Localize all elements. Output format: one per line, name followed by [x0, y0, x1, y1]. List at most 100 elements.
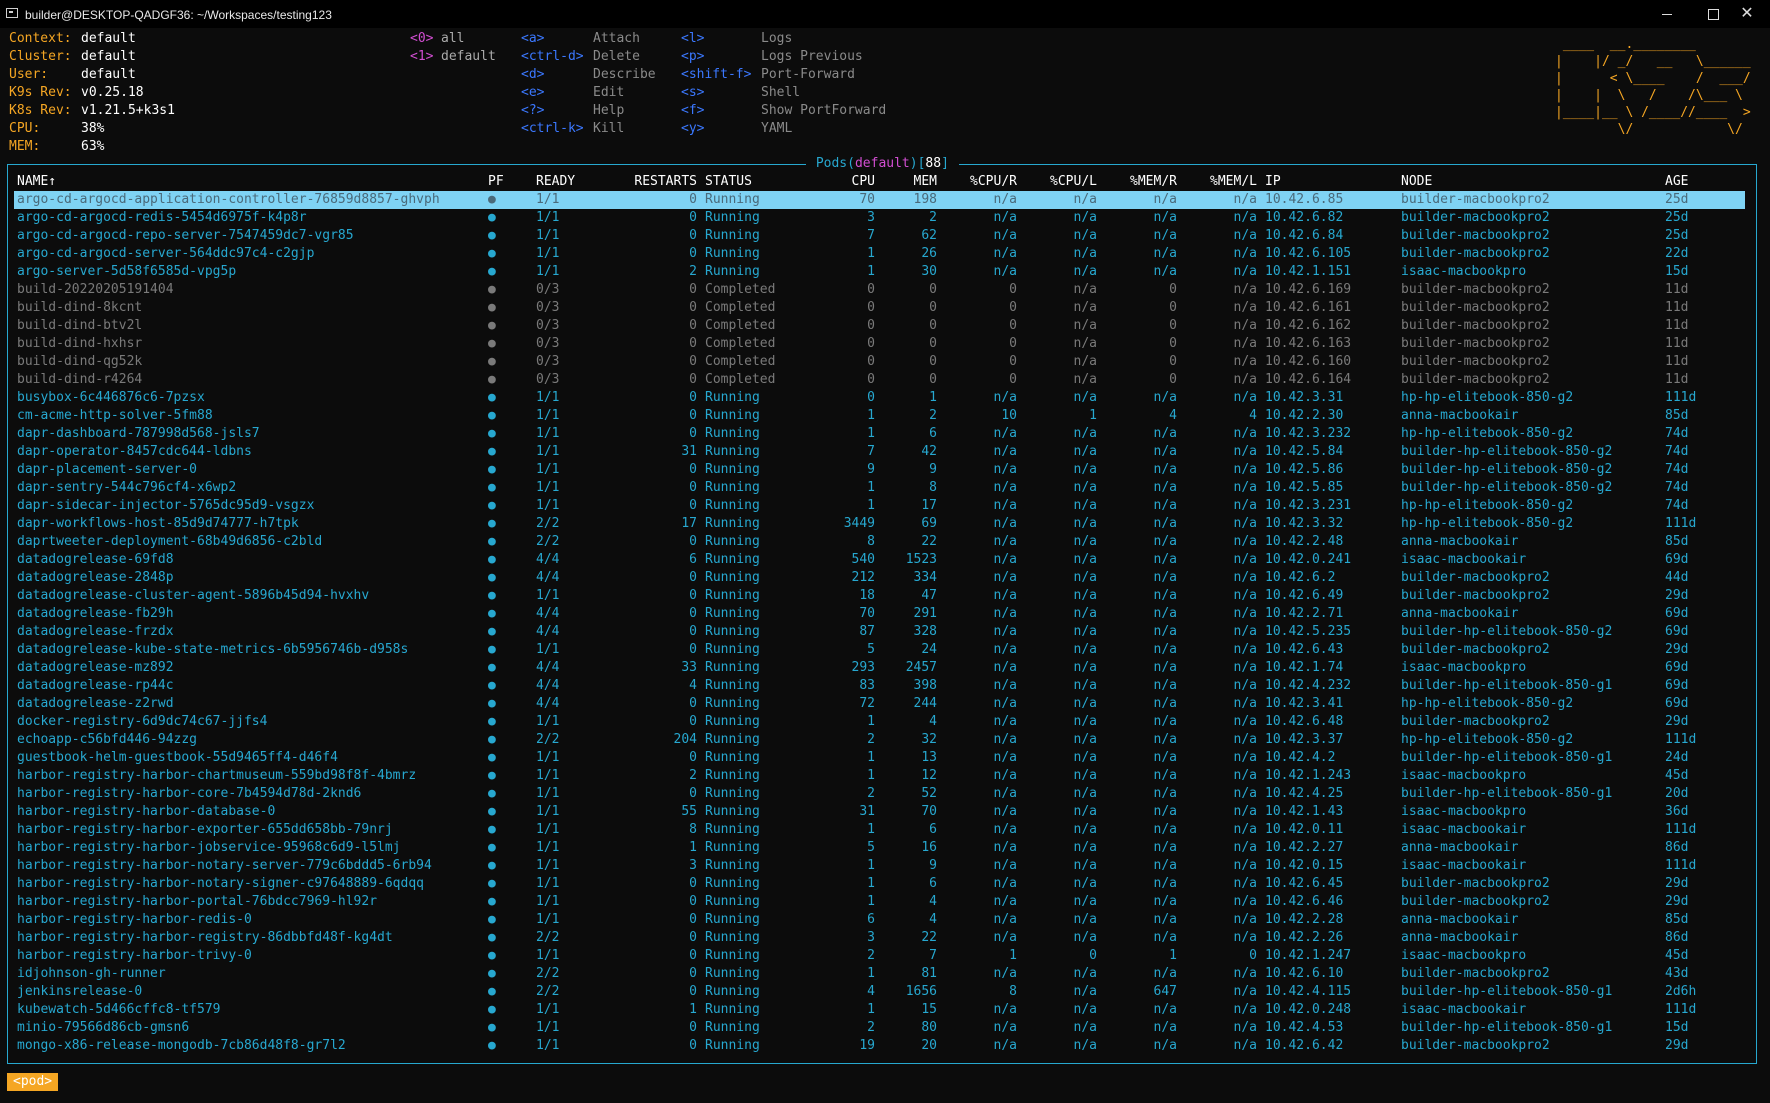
table-row[interactable]: daprtweeter-deployment-68b49d6856-c2bld ●…: [14, 533, 1745, 551]
table-row[interactable]: datadogrelease-mz892 ● 4/4 33 Running 293 2457…: [14, 659, 1745, 677]
table-row[interactable]: datadogrelease-fb29h ● 4/4 0 Running 70 291 n/a…: [14, 605, 1745, 623]
namespace-key-all[interactable]: <0>: [410, 30, 433, 48]
table-row[interactable]: datadogrelease-cluster-agent-5896b45d94-…: [14, 587, 1745, 605]
table-row[interactable]: datadogrelease-frzdx ● 4/4 0 Running 87 328 n/a…: [14, 623, 1745, 641]
hotkey-kill-key[interactable]: <ctrl-k>: [521, 120, 584, 138]
table-row[interactable]: datadogrelease-2848p ● 4/4 0 Running 212 334 n/…: [14, 569, 1745, 587]
hotkey-delete-desc[interactable]: Delete: [593, 48, 640, 66]
hotkey-edit-desc[interactable]: Edit: [593, 84, 624, 102]
hotkey-help-desc[interactable]: Help: [593, 102, 624, 120]
table-row[interactable]: dapr-sidecar-injector-5765dc95d9-vsgzx ● 1…: [14, 497, 1745, 515]
col-header-node[interactable]: NODE: [1401, 173, 1432, 191]
hotkey-port-forward-desc[interactable]: Port-Forward: [761, 66, 855, 84]
table-row[interactable]: jenkinsrelease-0 ● 2/2 0 Running 4 1656 8 n/a 647…: [14, 983, 1745, 1001]
hotkey-attach-key[interactable]: <a>: [521, 30, 544, 48]
hotkey-yaml-desc[interactable]: YAML: [761, 120, 792, 138]
table-row[interactable]: kubewatch-5d466cffc8-tf579 ● 1/1 1 Running 1 1…: [14, 1001, 1745, 1019]
table-row[interactable]: datadogrelease-rp44c ● 4/4 4 Running 83 398 n/a…: [14, 677, 1745, 695]
table-row[interactable]: docker-registry-6d9dc74c67-jjfs4 ● 1/1 0 Run…: [14, 713, 1745, 731]
table-row[interactable]: echoapp-c56bfd446-94zzg ● 2/2 204 Running 2 32…: [14, 731, 1745, 749]
namespace-name-all[interactable]: all: [441, 30, 464, 48]
hotkey-logs-previous-key[interactable]: <p>: [681, 48, 704, 66]
table-row[interactable]: busybox-6c446876c6-7pzsx ● 1/1 0 Running 0 1 n/…: [14, 389, 1745, 407]
table-row[interactable]: harbor-registry-harbor-exporter-655dd658…: [14, 821, 1745, 839]
table-row[interactable]: build-dind-r4264 ● 0/3 0 Completed 0 0 0 n/a 0 n/a…: [14, 371, 1745, 389]
table-row[interactable]: dapr-sentry-544c796cf4-x6wp2 ● 1/1 0 Running…: [14, 479, 1745, 497]
hotkey-logs-previous-desc[interactable]: Logs Previous: [761, 48, 863, 66]
col-header-mem-r[interactable]: %MEM/R: [1107, 173, 1177, 191]
table-row[interactable]: build-dind-qg52k ● 0/3 0 Completed 0 0 0 n/a 0 n/a…: [14, 353, 1745, 371]
hotkey-yaml-key[interactable]: <y>: [681, 120, 704, 138]
table-row[interactable]: argo-cd-argocd-server-564ddc97c4-c2gjp ● 1…: [14, 245, 1745, 263]
table-row-selected[interactable]: argo-cd-argocd-application-controller-76…: [14, 191, 1745, 209]
hotkey-shell-key[interactable]: <s>: [681, 84, 704, 102]
table-row[interactable]: cm-acme-http-solver-5fm88 ● 1/1 0 Running 1 2 1…: [14, 407, 1745, 425]
table-row[interactable]: minio-79566d86cb-gmsn6 ● 1/1 0 Running 2 80 n/a…: [14, 1019, 1745, 1037]
table-row[interactable]: dapr-operator-8457cdc644-ldbns ● 1/1 31 Runn…: [14, 443, 1745, 461]
col-header-mem[interactable]: MEM: [880, 173, 937, 191]
table-row[interactable]: harbor-registry-harbor-registry-86dbbfd4…: [14, 929, 1745, 947]
hotkey-shell-desc[interactable]: Shell: [761, 84, 800, 102]
table-row[interactable]: dapr-workflows-host-85d9d74777-h7tpk ● 2/2…: [14, 515, 1745, 533]
hotkey-help-key[interactable]: <?>: [521, 102, 544, 120]
pod-ip: 10.42.2.26: [1265, 930, 1344, 945]
hotkey-edit-key[interactable]: <e>: [521, 84, 544, 102]
namespace-key-default[interactable]: <1>: [410, 48, 433, 66]
col-header-status[interactable]: STATUS: [705, 173, 752, 191]
pod-status: Completed: [705, 282, 776, 297]
table-row[interactable]: build-20220205191404 ● 0/3 0 Completed 0 0 0 n/a…: [14, 281, 1745, 299]
hotkey-show-portforward-desc[interactable]: Show PortForward: [761, 102, 886, 120]
pod-status: Running: [705, 228, 760, 243]
table-row[interactable]: build-dind-hxhsr ● 0/3 0 Completed 0 0 0 n/a 0 n/a…: [14, 335, 1745, 353]
col-header-cpu-l[interactable]: %CPU/L: [1027, 173, 1097, 191]
hotkey-describe-desc[interactable]: Describe: [593, 66, 656, 84]
namespace-name-default[interactable]: default: [441, 48, 496, 66]
table-row[interactable]: harbor-registry-harbor-database-0 ● 1/1 55 R…: [14, 803, 1745, 821]
table-row[interactable]: argo-cd-argocd-repo-server-7547459dc7-vg…: [14, 227, 1745, 245]
hotkey-show-portforward-key[interactable]: <f>: [681, 102, 704, 120]
breadcrumb-pod[interactable]: <pod>: [7, 1073, 59, 1091]
close-button[interactable]: ✕: [1724, 0, 1770, 28]
table-row[interactable]: harbor-registry-harbor-chartmuseum-559bd…: [14, 767, 1745, 785]
table-row[interactable]: datadogrelease-kube-state-metrics-6b5956…: [14, 641, 1745, 659]
table-row[interactable]: dapr-dashboard-787998d568-jsls7 ● 1/1 0 Runn…: [14, 425, 1745, 443]
col-header-ready[interactable]: READY: [536, 173, 575, 191]
col-header-cpu-r[interactable]: %CPU/R: [947, 173, 1017, 191]
table-row[interactable]: harbor-registry-harbor-trivy-0 ● 1/1 0 Runni…: [14, 947, 1745, 965]
table-row[interactable]: datadogrelease-69fd8 ● 4/4 6 Running 540 1523 n…: [14, 551, 1745, 569]
pod-cpu: 0: [867, 354, 875, 369]
hotkey-kill-desc[interactable]: Kill: [593, 120, 624, 138]
table-row[interactable]: harbor-registry-harbor-notary-server-779…: [14, 857, 1745, 875]
hotkey-logs-key[interactable]: <l>: [681, 30, 704, 48]
pod-ready: 4/4: [536, 624, 560, 639]
hotkey-attach-desc[interactable]: Attach: [593, 30, 640, 48]
pod-status: Running: [705, 786, 760, 801]
hotkey-delete-key[interactable]: <ctrl-d>: [521, 48, 584, 66]
minimize-button[interactable]: [1644, 0, 1690, 28]
table-row[interactable]: idjohnson-gh-runner ● 2/2 0 Running 1 81 n/a n/a…: [14, 965, 1745, 983]
table-row[interactable]: argo-cd-argocd-redis-5454d6975f-k4p8r ● 1/…: [14, 209, 1745, 227]
table-row[interactable]: argo-server-5d58f6585d-vpg5p ● 1/1 2 Running…: [14, 263, 1745, 281]
table-row[interactable]: build-dind-8kcnt ● 0/3 0 Completed 0 0 0 n/a 0 n/a…: [14, 299, 1745, 317]
col-header-cpu[interactable]: CPU: [815, 173, 875, 191]
col-header-name[interactable]: NAME↑: [17, 173, 56, 191]
pod-mem-l: 4: [1249, 408, 1257, 423]
hotkey-logs-desc[interactable]: Logs: [761, 30, 792, 48]
col-header-restarts[interactable]: RESTARTS: [615, 173, 697, 191]
table-row[interactable]: datadogrelease-z2rwd ● 4/4 0 Running 72 244 n/a…: [14, 695, 1745, 713]
table-row[interactable]: harbor-registry-harbor-redis-0 ● 1/1 0 Runni…: [14, 911, 1745, 929]
hotkey-port-forward-key[interactable]: <shift-f>: [681, 66, 751, 84]
table-row[interactable]: harbor-registry-harbor-core-7b4594d78d-2…: [14, 785, 1745, 803]
col-header-age[interactable]: AGE: [1665, 173, 1688, 191]
table-row[interactable]: mongo-x86-release-mongodb-7cb86d48f8-gr7…: [14, 1037, 1745, 1055]
table-row[interactable]: build-dind-btv2l ● 0/3 0 Completed 0 0 0 n/a 0 n/a…: [14, 317, 1745, 335]
col-header-mem-l[interactable]: %MEM/L: [1187, 173, 1257, 191]
table-row[interactable]: harbor-registry-harbor-portal-76bdcc7969…: [14, 893, 1745, 911]
table-row[interactable]: guestbook-helm-guestbook-55d9465ff4-d46f…: [14, 749, 1745, 767]
col-header-pf[interactable]: PF: [488, 173, 504, 191]
table-row[interactable]: harbor-registry-harbor-jobservice-95968c…: [14, 839, 1745, 857]
hotkey-describe-key[interactable]: <d>: [521, 66, 544, 84]
table-row[interactable]: dapr-placement-server-0 ● 1/1 0 Running 9 9 n/a…: [14, 461, 1745, 479]
col-header-ip[interactable]: IP: [1265, 173, 1281, 191]
table-row[interactable]: harbor-registry-harbor-notary-signer-c97…: [14, 875, 1745, 893]
